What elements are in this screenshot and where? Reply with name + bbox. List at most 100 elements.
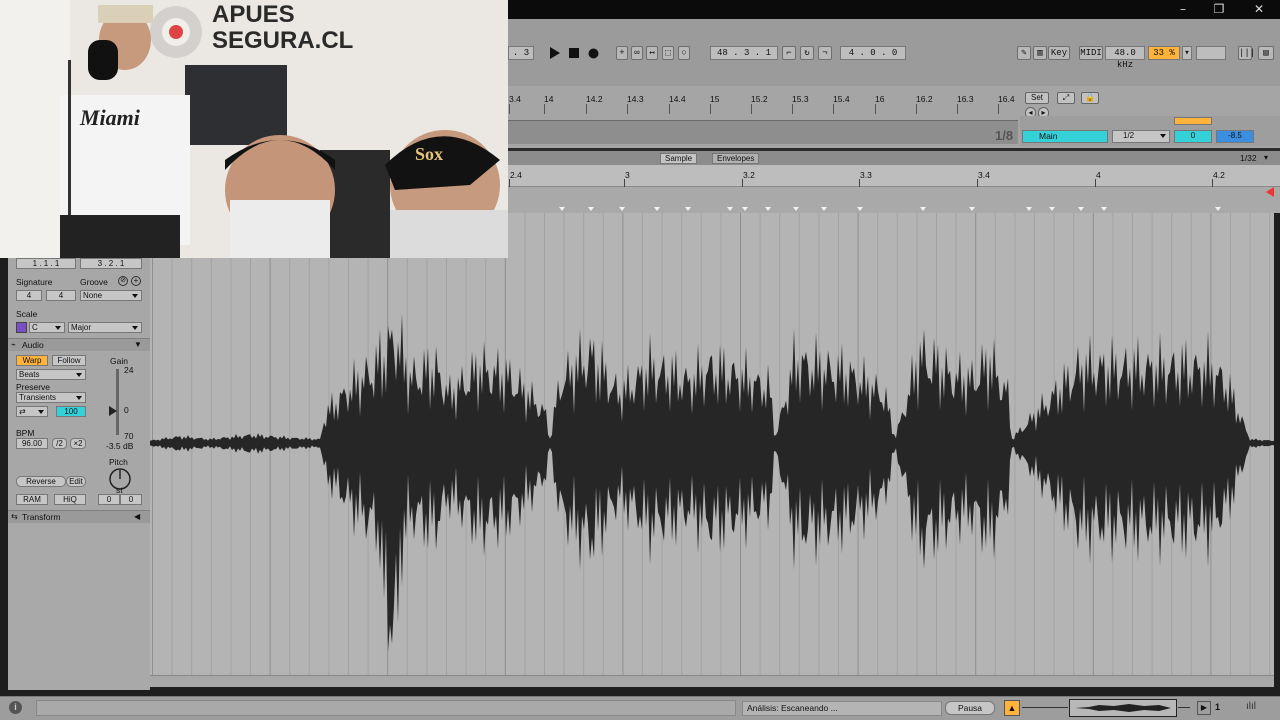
play-clip-icon[interactable]: ▶ (1197, 701, 1211, 715)
warp-marker[interactable] (685, 207, 691, 211)
layout-icon[interactable]: ▤ (1258, 46, 1274, 60)
clip-scrollbar[interactable] (150, 675, 1274, 687)
gain-slider[interactable] (116, 369, 119, 435)
add-icon[interactable]: + (616, 46, 628, 60)
minimize-icon[interactable]: – (1176, 2, 1190, 16)
sample-waveform-area[interactable] (150, 213, 1274, 675)
transform-expand-icon[interactable]: ◀ (134, 512, 140, 521)
grid-setting[interactable]: 1/32 (1240, 153, 1257, 163)
view-toggle-icon[interactable]: ||| (1238, 46, 1255, 60)
groove-hotswap-icon[interactable]: ⊘ (118, 276, 128, 286)
warp-marker[interactable] (559, 207, 565, 211)
detune-fine-field[interactable]: 0 (120, 494, 142, 505)
warp-marker[interactable] (1078, 207, 1084, 211)
play-icon[interactable] (549, 47, 561, 59)
meter-icon[interactable]: ılıl (1246, 701, 1256, 712)
hiq-button[interactable]: HiQ (54, 494, 86, 505)
punch-in-icon[interactable]: ⌐ (782, 46, 796, 60)
keyboard-icon[interactable]: ▥ (1033, 46, 1047, 60)
gain-db-value[interactable]: -3.5 dB (106, 441, 133, 451)
launch-quantize-select[interactable]: 1/2 (1112, 130, 1170, 143)
arrangement-position[interactable]: 48 . 3 . 1 (710, 46, 778, 60)
overview-slider[interactable] (1022, 707, 1068, 708)
lock-icon[interactable]: 🔒 (1081, 92, 1099, 104)
volume-field[interactable]: 0 (1174, 130, 1212, 143)
pause-button[interactable]: Pausa (945, 701, 995, 715)
transient-envelope-field[interactable]: 100 (56, 406, 86, 417)
audio-section-header[interactable]: Audio (8, 338, 150, 351)
back-arrow-icon[interactable]: ↤ (646, 46, 658, 60)
groove-add-icon[interactable]: + (131, 276, 141, 286)
transform-section-header[interactable]: Transform (8, 510, 150, 523)
song-position-field[interactable]: . 3 (508, 46, 534, 60)
gain-min-label: 70 (124, 431, 134, 441)
warp-marker[interactable] (765, 207, 771, 211)
warp-marker[interactable] (857, 207, 863, 211)
quantize-display[interactable]: 1/8 (995, 128, 1013, 143)
restore-icon[interactable]: ❐ (1212, 2, 1226, 16)
signature-denominator[interactable]: 4 (46, 290, 76, 301)
warp-marker[interactable] (1101, 207, 1107, 211)
follow-button[interactable]: Follow (52, 355, 86, 366)
bpm-field[interactable]: 96.00 (16, 438, 48, 449)
clip-end-field[interactable]: 3 . 2 . 1 (80, 258, 142, 269)
warp-marker[interactable] (654, 207, 660, 211)
scale-mode-select[interactable]: Major (68, 322, 142, 333)
tab-envelopes[interactable]: Envelopes (712, 153, 760, 164)
warp-mode-select[interactable]: Beats (16, 369, 86, 380)
loop-select-icon[interactable]: ⬚ (662, 46, 674, 60)
close-icon[interactable]: ✕ (1252, 2, 1266, 16)
pan-field[interactable]: -8.5 (1216, 130, 1254, 143)
warp-marker[interactable] (1026, 207, 1032, 211)
groove-select[interactable]: None (80, 290, 142, 301)
circle-icon[interactable]: ○ (678, 46, 690, 60)
scale-root-select[interactable]: C (29, 322, 65, 333)
loop-end-marker-icon[interactable] (1266, 187, 1274, 197)
warp-button[interactable]: Warp (16, 355, 48, 366)
edit-button[interactable]: Edit (66, 476, 86, 487)
preserve-select[interactable]: Transients (16, 392, 86, 403)
record-icon[interactable] (588, 48, 599, 59)
tab-sample[interactable]: Sample (660, 153, 698, 164)
waveform-graph[interactable] (150, 213, 1274, 675)
warp-marker[interactable] (920, 207, 926, 211)
warp-marker[interactable] (793, 207, 799, 211)
grid-dropdown-icon[interactable]: ▾ (1264, 153, 1268, 162)
gain-slider-handle[interactable] (109, 406, 117, 416)
draw-mode-icon[interactable]: ✎ (1017, 46, 1031, 60)
loop-icon[interactable]: ↻ (800, 46, 814, 60)
warp-marker[interactable] (619, 207, 625, 211)
follow-arrow-icon[interactable]: ⤢ (1057, 92, 1075, 104)
warp-marker[interactable] (1049, 207, 1055, 211)
collapse-arrow-icon[interactable]: ▼ (134, 340, 142, 349)
signature-numerator[interactable]: 4 (16, 290, 42, 301)
info-icon[interactable]: i (9, 701, 22, 714)
halve-bpm-button[interactable]: /2 (52, 438, 67, 449)
scale-toggle-icon[interactable] (16, 322, 27, 333)
cpu-dropdown[interactable]: ▾ (1182, 46, 1192, 60)
double-bpm-button[interactable]: ×2 (70, 438, 86, 449)
main-track-button[interactable]: Main (1022, 130, 1108, 143)
stop-icon[interactable] (569, 48, 579, 58)
warp-marker[interactable] (821, 207, 827, 211)
reverse-button[interactable]: Reverse (16, 476, 66, 487)
warp-marker[interactable] (1215, 207, 1221, 211)
link-icon[interactable]: ∞ (631, 46, 643, 60)
mini-waveform-overview[interactable] (1069, 699, 1177, 717)
warp-marker[interactable] (588, 207, 594, 211)
ram-button[interactable]: RAM (16, 494, 48, 505)
warp-marker[interactable] (969, 207, 975, 211)
midi-map-button[interactable]: MIDI (1079, 46, 1103, 60)
arrangement-ruler-tick (792, 104, 793, 114)
warp-marker[interactable] (727, 207, 733, 211)
punch-out-icon[interactable]: ¬ (818, 46, 832, 60)
warning-icon[interactable]: ▲ (1004, 700, 1020, 716)
detune-coarse-field[interactable]: 0 (98, 494, 120, 505)
transient-loop-select[interactable]: ⇄ (16, 406, 48, 417)
key-map-button[interactable]: Key (1048, 46, 1070, 60)
warp-marker[interactable] (742, 207, 748, 211)
set-button[interactable]: Set (1025, 92, 1049, 104)
arrangement-track-lane[interactable] (508, 120, 1018, 144)
loop-length-field[interactable]: 4 . 0 . 0 (840, 46, 906, 60)
clip-start-field[interactable]: 1 . 1 . 1 (16, 258, 76, 269)
